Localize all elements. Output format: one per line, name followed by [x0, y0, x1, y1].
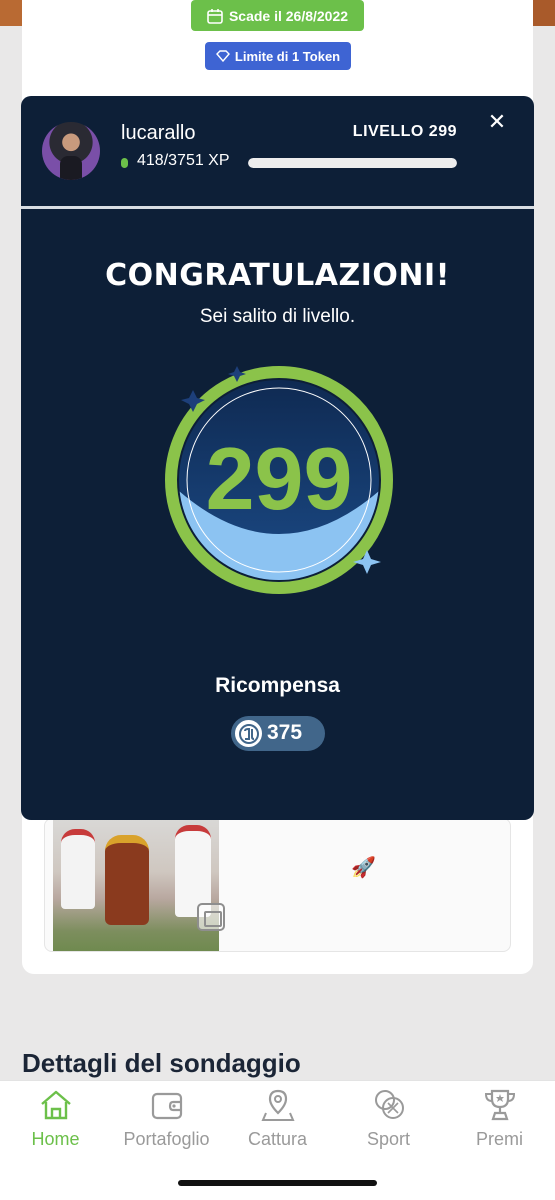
map-pin-icon — [260, 1089, 295, 1121]
poll-media: 🚀 — [44, 818, 511, 952]
nav-item-portafoglio[interactable]: Portafoglio — [111, 1087, 222, 1161]
modal-header: lucarallo LIVELLO 299 ✕ 418/3751 XP — [21, 96, 534, 206]
section-title: Dettagli del sondaggio — [22, 1048, 301, 1078]
header-divider — [21, 206, 534, 209]
nav-label-premi: Premi — [475, 1129, 523, 1149]
nav-item-cattura[interactable]: Cattura — [222, 1087, 333, 1161]
wallet-icon — [151, 1092, 182, 1120]
nav-label-home: Home — [31, 1129, 80, 1149]
username: lucarallo — [121, 122, 196, 144]
level-label: LIVELLO 299 — [352, 123, 457, 140]
reward-badge: 375 — [231, 716, 325, 751]
gallery-icon[interactable] — [197, 903, 225, 931]
token-coin-icon — [232, 717, 265, 750]
background-image-right — [533, 0, 555, 26]
background-image-left — [0, 0, 22, 26]
diamond-icon — [215, 50, 230, 62]
rocket-icon: 🚀 — [351, 857, 376, 879]
token-limit-badge: Limite di 1 Token — [205, 42, 351, 70]
xp-progress-fill — [248, 158, 457, 168]
sport-ball-icon — [374, 1090, 404, 1119]
nav-label-portafoglio: Portafoglio — [123, 1129, 210, 1149]
trophy-icon — [484, 1089, 515, 1121]
xp-progress-bar — [248, 158, 457, 168]
nav-item-sport[interactable]: Sport — [333, 1087, 444, 1161]
home-indicator — [178, 1180, 377, 1186]
avatar — [42, 122, 100, 180]
nav-item-premi[interactable]: Premi — [444, 1087, 555, 1161]
home-icon — [40, 1090, 71, 1120]
reward-value: 375 — [267, 721, 303, 744]
calendar-icon — [207, 8, 223, 24]
level-number: 299 — [205, 429, 353, 528]
level-badge: 299 — [149, 356, 409, 606]
token-limit-label: Limite di 1 Token — [234, 48, 341, 64]
nav-label-cattura: Cattura — [247, 1129, 308, 1149]
congrats-subtitle: Sei salito di livello. — [199, 306, 356, 327]
expire-label: Scade il 26/8/2022 — [228, 7, 349, 24]
nav-label-sport: Sport — [366, 1129, 411, 1149]
xp-indicator-dot — [121, 158, 128, 168]
close-icon[interactable]: ✕ — [487, 111, 507, 133]
xp-text: 418/3751 XP — [137, 152, 230, 169]
level-up-modal: lucarallo LIVELLO 299 ✕ 418/3751 XP CONG… — [21, 96, 534, 820]
reward-title: Ricompensa — [215, 674, 340, 697]
match-photo — [53, 819, 225, 951]
nav-item-home[interactable]: Home — [0, 1087, 111, 1161]
expire-badge: Scade il 26/8/2022 — [191, 0, 364, 31]
congrats-title: CONGRATULAZIONI! — [105, 258, 450, 293]
